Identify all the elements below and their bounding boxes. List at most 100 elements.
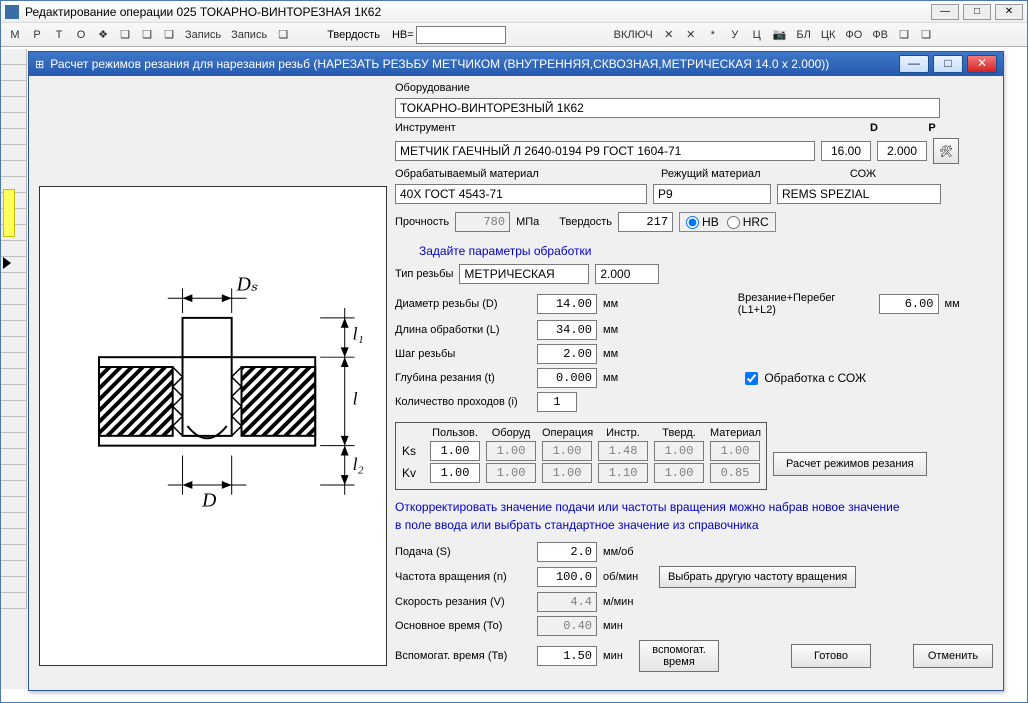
- kv-0[interactable]: [430, 463, 480, 483]
- thread-dia-field[interactable]: [537, 294, 597, 314]
- thread-type-field: МЕТРИЧЕСКАЯ: [459, 264, 589, 284]
- passes-label: Количество проходов (i): [395, 396, 531, 408]
- cutmat-field: Р9: [653, 184, 771, 204]
- plunge-field[interactable]: [879, 294, 939, 314]
- mm-5: мм: [603, 372, 653, 384]
- proclen-field[interactable]: [537, 320, 597, 340]
- hb-lbl: HB=: [392, 29, 414, 41]
- main-maximize[interactable]: □: [963, 4, 991, 20]
- tbtn-ic1[interactable]: ❖: [93, 25, 113, 45]
- taux-field[interactable]: [537, 646, 597, 666]
- instrument-pick-button[interactable]: 🛠: [933, 138, 959, 164]
- tb-tail-8[interactable]: ФО: [841, 25, 866, 45]
- tb-tail-cam[interactable]: 📷: [769, 25, 791, 45]
- hardness-field[interactable]: [618, 212, 673, 232]
- kv-4: [654, 463, 704, 483]
- coolant-check[interactable]: [745, 372, 758, 385]
- rpm-pick-button[interactable]: Выбрать другую частоту вращения: [659, 566, 856, 588]
- hb-radio-label[interactable]: HB: [686, 215, 719, 229]
- tb-tail-2[interactable]: ✕: [681, 25, 701, 45]
- hb-input[interactable]: [416, 26, 506, 44]
- speed-units: м/мин: [603, 596, 653, 608]
- thread-dia-label: Диаметр резьбы (D): [395, 298, 531, 310]
- hardness-label: Твердость: [559, 216, 612, 228]
- hb-radio[interactable]: [686, 216, 699, 229]
- tb-tail-3[interactable]: *: [703, 25, 723, 45]
- row-headers: [1, 49, 27, 689]
- feed-field[interactable]: [537, 542, 597, 562]
- done-button[interactable]: Готово: [791, 644, 871, 668]
- tbtn-t[interactable]: Т: [49, 25, 69, 45]
- coolant-field: REMS SPEZIAL: [777, 184, 941, 204]
- tbtn-rec2[interactable]: Запись: [227, 25, 271, 45]
- speed-label: Скорость резания (V): [395, 596, 531, 608]
- tbtn-m[interactable]: М: [5, 25, 25, 45]
- dlg-maximize[interactable]: □: [933, 55, 963, 73]
- current-row-marker: [3, 257, 11, 269]
- ch-1: Оборуд: [486, 427, 536, 439]
- set-params-link: Задайте параметры обработки: [419, 244, 993, 258]
- mm-2: мм: [945, 298, 993, 310]
- dlg-minimize[interactable]: —: [899, 55, 929, 73]
- diagram-pane: D Dₛ: [39, 186, 387, 666]
- coolant-label: СОЖ: [793, 168, 933, 180]
- main-close[interactable]: ✕: [995, 4, 1023, 20]
- feed-label: Подача (S): [395, 546, 531, 558]
- dlg-close[interactable]: ✕: [967, 55, 997, 73]
- feed-units: мм/об: [603, 546, 653, 558]
- tb-tail-ic2[interactable]: ❏: [916, 25, 936, 45]
- kv-1: [486, 463, 536, 483]
- tb-tail-0[interactable]: ВКЛЮЧ: [610, 25, 657, 45]
- aux-time-button[interactable]: вспомогат. время: [639, 640, 719, 672]
- ch-0: Пользов.: [430, 427, 480, 439]
- proclen-label: Длина обработки (L): [395, 324, 531, 336]
- plunge-label: Врезание+Перебег (L1+L2): [738, 292, 873, 316]
- min-2: мин: [603, 650, 633, 662]
- ks-2: [542, 441, 592, 461]
- ks-0[interactable]: [430, 441, 480, 461]
- rpm-units: об/мин: [603, 571, 653, 583]
- d-field: 16.00: [821, 141, 871, 161]
- pitch-field[interactable]: [537, 344, 597, 364]
- calc-button[interactable]: Расчет режимов резания: [773, 452, 927, 476]
- tbtn-ic4[interactable]: ❏: [159, 25, 179, 45]
- main-minimize[interactable]: —: [931, 4, 959, 20]
- depth-field[interactable]: [537, 368, 597, 388]
- tbtn-rec1[interactable]: Запись: [181, 25, 225, 45]
- svg-text:D: D: [201, 490, 216, 512]
- tbtn-ic3[interactable]: ❏: [137, 25, 157, 45]
- equipment-label: Оборудование: [395, 82, 993, 94]
- cutting-modes-dialog: ⊞ Расчет режимов резания для нарезания р…: [28, 51, 1004, 691]
- instrument-field: МЕТЧИК ГАЕЧНЫЙ Л 2640-0194 Р9 ГОСТ 1604-…: [395, 141, 815, 161]
- cancel-button[interactable]: Отменить: [913, 644, 993, 668]
- tb-tail-1[interactable]: ✕: [659, 25, 679, 45]
- rpm-field[interactable]: [537, 567, 597, 587]
- tbtn-r[interactable]: Р: [27, 25, 47, 45]
- svg-text:l₁: l₁: [353, 324, 364, 344]
- app-icon: [5, 5, 19, 19]
- tbtn-ic5[interactable]: ❏: [273, 25, 293, 45]
- mm-1: мм: [603, 298, 653, 310]
- hrc-radio[interactable]: [727, 216, 740, 229]
- tb-tail-5[interactable]: Ц: [747, 25, 767, 45]
- coolant-check-label[interactable]: Обработка с СОЖ: [745, 371, 866, 385]
- tb-tail-ic[interactable]: ❏: [894, 25, 914, 45]
- main-title: Редактирование операции 025 ТОКАРНО-ВИНТ…: [25, 5, 381, 19]
- tbtn-o[interactable]: О: [71, 25, 91, 45]
- passes-field[interactable]: [537, 392, 577, 412]
- tbtn-ic2[interactable]: ❏: [115, 25, 135, 45]
- hammer-icon: 🛠: [939, 145, 953, 158]
- strength-label: Прочность: [395, 216, 449, 228]
- tb-tail-6[interactable]: БЛ: [792, 25, 814, 45]
- ks-4: [654, 441, 704, 461]
- correction-hint-2: в поле ввода или выбрать стандартное зна…: [395, 518, 993, 532]
- mm-3: мм: [603, 324, 653, 336]
- tb-tail-4[interactable]: У: [725, 25, 745, 45]
- tb-tail-7[interactable]: ЦК: [817, 25, 840, 45]
- tb-tail-9[interactable]: ФВ: [868, 25, 892, 45]
- tmain-field: [537, 616, 597, 636]
- svg-text:l: l: [353, 388, 358, 408]
- taux-label: Вспомогат. время (Тв): [395, 650, 531, 662]
- hrc-radio-label[interactable]: HRC: [727, 215, 769, 229]
- ks-label: Ks: [402, 444, 424, 458]
